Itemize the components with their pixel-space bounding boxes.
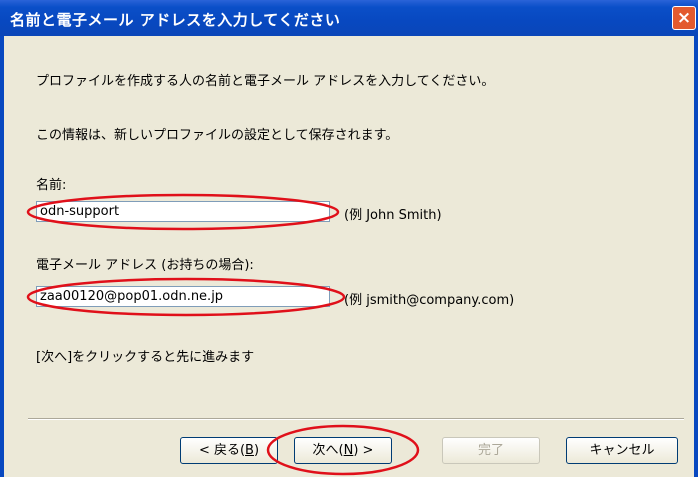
back-button[interactable]: < 戻る(B): [180, 437, 278, 464]
next-button-label-pre: 次へ(: [312, 443, 344, 458]
email-example: (例 jsmith@company.com): [344, 293, 515, 308]
finish-button: 完了: [442, 437, 540, 464]
back-button-label-post: ): [253, 443, 260, 458]
separator: [28, 418, 684, 420]
email-input[interactable]: zaa00120@pop01.odn.ne.jp: [36, 286, 330, 307]
instruction-text: プロファイルを作成する人の名前と電子メール アドレスを入力してください。: [36, 74, 495, 89]
name-example: (例 John Smith): [344, 208, 442, 223]
email-label: 電子メール アドレス (お持ちの場合):: [36, 258, 254, 273]
window-left-border: [0, 36, 4, 477]
back-button-accesskey: B: [245, 443, 254, 458]
next-button-accesskey: N: [343, 443, 354, 458]
profile-wizard-dialog: 名前と電子メール アドレスを入力してください × プロファイルを作成する人の名前…: [0, 0, 698, 477]
close-icon[interactable]: ×: [672, 6, 696, 30]
name-input[interactable]: odn-support: [36, 201, 330, 222]
window-right-border: [694, 36, 698, 477]
title-bar: 名前と電子メール アドレスを入力してください ×: [0, 0, 698, 36]
info-text: この情報は、新しいプロファイルの設定として保存されます。: [36, 128, 399, 143]
next-button[interactable]: 次へ(N) >: [294, 437, 392, 464]
name-label: 名前:: [36, 178, 67, 193]
next-button-label-post: ) >: [353, 443, 374, 458]
window-title: 名前と電子メール アドレスを入力してください: [10, 11, 341, 29]
next-hint-text: [次へ]をクリックすると先に進みます: [36, 350, 255, 365]
back-button-label-pre: < 戻る(: [198, 443, 246, 458]
cancel-button[interactable]: キャンセル: [566, 437, 678, 464]
